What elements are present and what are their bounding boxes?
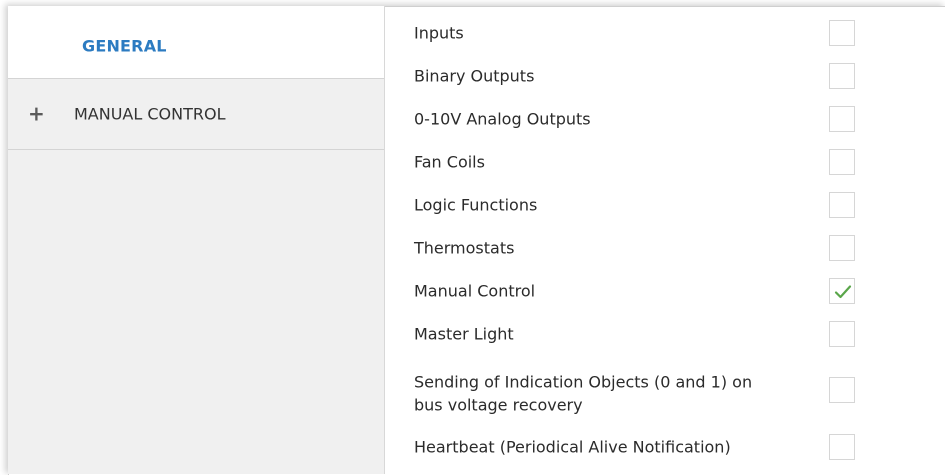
setting-label-thermostats: Thermostats (414, 238, 515, 258)
checkbox-inputs[interactable] (829, 20, 855, 46)
setting-label-master-light: Master Light (414, 324, 514, 344)
sidebar: GENERAL + MANUAL CONTROL (8, 6, 385, 474)
tab-manual-control[interactable]: + MANUAL CONTROL (8, 78, 384, 150)
setting-label-logic-functions: Logic Functions (414, 195, 538, 215)
setting-label-analog-outputs: 0-10V Analog Outputs (414, 109, 591, 129)
checkbox-fan-coils[interactable] (829, 149, 855, 175)
checkbox-logic-functions[interactable] (829, 192, 855, 218)
setting-label-fan-coils: Fan Coils (414, 152, 485, 172)
setting-label-sending-indication-objects-line2: bus voltage recovery (414, 395, 583, 415)
checkbox-analog-outputs[interactable] (829, 106, 855, 132)
setting-label-inputs: Inputs (414, 23, 464, 43)
setting-label-sending-indication-objects: Sending of Indication Objects (0 and 1) … (414, 372, 753, 392)
tab-general-label: GENERAL (82, 36, 167, 56)
checkbox-thermostats[interactable] (829, 235, 855, 261)
tab-general[interactable]: GENERAL (8, 6, 384, 78)
checkbox-binary-outputs[interactable] (829, 63, 855, 89)
setting-label-heartbeat: Heartbeat (Periodical Alive Notification… (414, 437, 731, 457)
checkmark-icon (834, 285, 852, 299)
plus-icon[interactable]: + (28, 102, 45, 126)
setting-label-binary-outputs: Binary Outputs (414, 66, 535, 86)
checkbox-master-light[interactable] (829, 321, 855, 347)
tab-manual-control-label: MANUAL CONTROL (74, 104, 226, 124)
checkbox-sending-indication-objects[interactable] (829, 377, 855, 403)
checkbox-manual-control[interactable] (829, 278, 855, 304)
checkbox-heartbeat[interactable] (829, 434, 855, 460)
setting-label-manual-control: Manual Control (414, 281, 536, 301)
